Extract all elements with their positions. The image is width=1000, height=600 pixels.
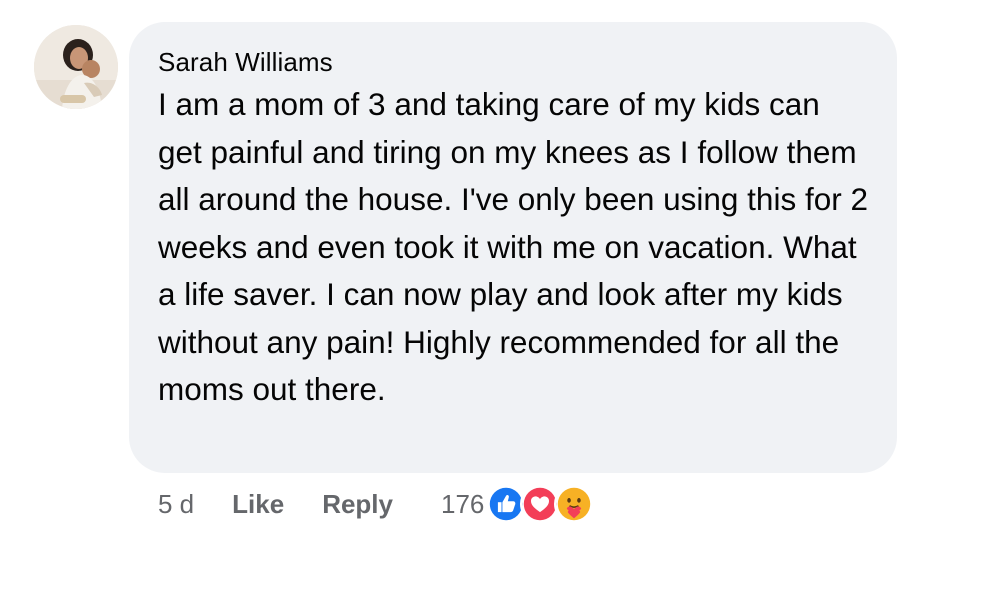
avatar-photo <box>34 25 118 109</box>
reaction-count: 176 <box>441 488 485 519</box>
comment-timestamp[interactable]: 5 d <box>158 489 194 520</box>
avatar[interactable] <box>34 25 118 109</box>
comment-text: I am a mom of 3 and taking care of my ki… <box>158 86 868 407</box>
comment-actions: 5 d Like Reply 176 <box>158 484 595 524</box>
comment-bubble: Sarah Williams I am a mom of 3 and takin… <box>129 22 897 473</box>
like-button[interactable]: Like <box>232 489 284 520</box>
comment-author[interactable]: Sarah Williams <box>158 46 869 78</box>
care-icon <box>554 484 595 524</box>
reactions-summary[interactable]: 176 <box>441 484 595 524</box>
reply-button[interactable]: Reply <box>322 489 393 520</box>
reaction-icons <box>486 484 595 524</box>
